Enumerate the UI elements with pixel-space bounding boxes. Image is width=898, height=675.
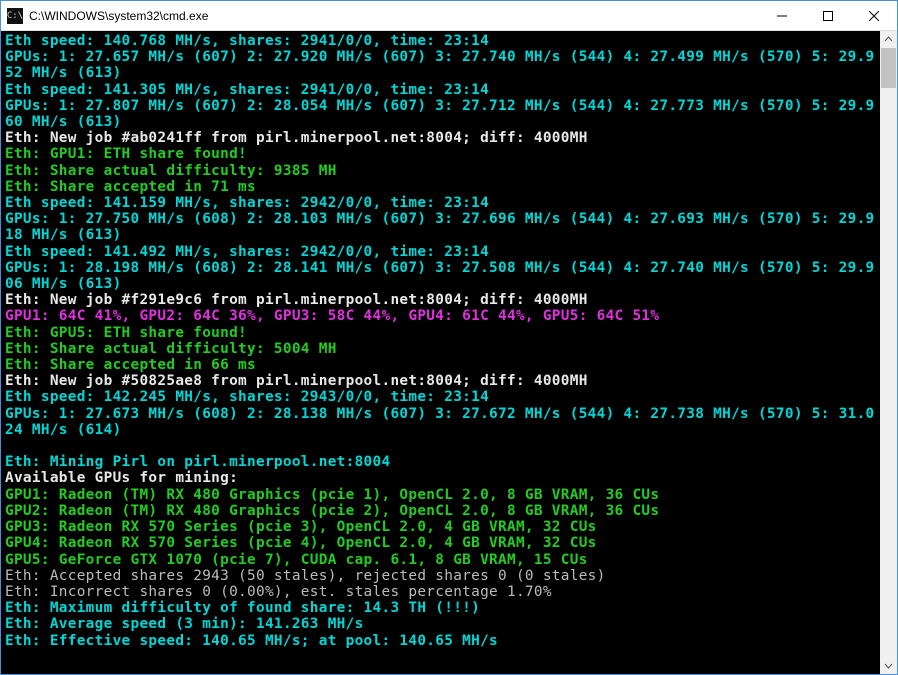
terminal-line: Eth: Average speed (3 min): 141.263 MH/s: [5, 616, 364, 632]
terminal-line: Eth: New job #ab0241ff from pirl.minerpo…: [5, 130, 588, 146]
titlebar[interactable]: C:\ C:\WINDOWS\system32\cmd.exe: [1, 1, 897, 31]
maximize-icon: [823, 11, 833, 21]
terminal-line: Eth speed: 141.305 MH/s, shares: 2941/0/…: [5, 82, 489, 98]
terminal-line: GPUs: 1: 27.750 MH/s (608) 2: 28.103 MH/…: [5, 211, 875, 243]
terminal-line: [5, 438, 14, 454]
terminal-line: Eth: Share accepted in 71 ms: [5, 179, 256, 195]
terminal-line: GPU3: Radeon RX 570 Series (pcie 3), Ope…: [5, 519, 597, 535]
scroll-up-button[interactable]: [880, 31, 897, 48]
client-area: Eth speed: 140.768 MH/s, shares: 2941/0/…: [1, 31, 897, 674]
terminal-line: Eth: Share actual difficulty: 9385 MH: [5, 163, 337, 179]
terminal-line: Eth: Share accepted in 66 ms: [5, 357, 256, 373]
terminal-line: GPU5: GeForce GTX 1070 (pcie 7), CUDA ca…: [5, 552, 588, 568]
terminal-line: GPU4: Radeon RX 570 Series (pcie 4), Ope…: [5, 535, 597, 551]
minimize-icon: [777, 11, 787, 21]
terminal-line: Eth: Incorrect shares 0 (0.00%), est. st…: [5, 584, 552, 600]
terminal-line: GPU2: Radeon (TM) RX 480 Graphics (pcie …: [5, 503, 659, 519]
terminal-line: Eth: Share actual difficulty: 5004 MH: [5, 341, 337, 357]
chevron-down-icon: [884, 661, 893, 670]
terminal-line: GPUs: 1: 28.198 MH/s (608) 2: 28.141 MH/…: [5, 260, 875, 292]
terminal-line: Eth: GPU1: ETH share found!: [5, 146, 247, 162]
terminal-line: Eth speed: 141.159 MH/s, shares: 2942/0/…: [5, 195, 489, 211]
maximize-button[interactable]: [805, 1, 851, 30]
terminal-line: Eth: Maximum difficulty of found share: …: [5, 600, 480, 616]
terminal-line: Eth: Mining Pirl on pirl.minerpool.net:8…: [5, 454, 390, 470]
chevron-up-icon: [884, 35, 893, 44]
scrollbar-track[interactable]: [880, 48, 897, 657]
terminal-line: GPUs: 1: 27.657 MH/s (607) 2: 27.920 MH/…: [5, 49, 875, 81]
window-title: C:\WINDOWS\system32\cmd.exe: [29, 9, 759, 23]
terminal-line: Eth: Effective speed: 140.65 MH/s; at po…: [5, 633, 498, 649]
terminal-line: GPU1: 64C 41%, GPU2: 64C 36%, GPU3: 58C …: [5, 308, 659, 324]
terminal-line: Available GPUs for mining:: [5, 470, 238, 486]
terminal-output[interactable]: Eth speed: 140.768 MH/s, shares: 2941/0/…: [1, 31, 880, 674]
terminal-line: Eth speed: 140.768 MH/s, shares: 2941/0/…: [5, 33, 489, 49]
window-controls: [759, 1, 897, 30]
terminal-line: Eth: GPU5: ETH share found!: [5, 325, 247, 341]
scrollbar-thumb[interactable]: [881, 48, 896, 88]
cmd-window: C:\ C:\WINDOWS\system32\cmd.exe Eth spee…: [0, 0, 898, 675]
app-icon: C:\: [7, 8, 23, 24]
close-button[interactable]: [851, 1, 897, 30]
vertical-scrollbar[interactable]: [880, 31, 897, 674]
minimize-button[interactable]: [759, 1, 805, 30]
close-icon: [869, 11, 879, 21]
terminal-line: Eth speed: 141.492 MH/s, shares: 2942/0/…: [5, 244, 489, 260]
terminal-line: Eth: Accepted shares 2943 (50 stales), r…: [5, 568, 606, 584]
scroll-down-button[interactable]: [880, 657, 897, 674]
terminal-line: Eth: New job #f291e9c6 from pirl.minerpo…: [5, 292, 588, 308]
terminal-line: GPUs: 1: 27.807 MH/s (607) 2: 28.054 MH/…: [5, 98, 875, 130]
terminal-line: GPU1: Radeon (TM) RX 480 Graphics (pcie …: [5, 487, 659, 503]
terminal-line: GPUs: 1: 27.673 MH/s (608) 2: 28.138 MH/…: [5, 406, 875, 438]
terminal-line: Eth speed: 142.245 MH/s, shares: 2943/0/…: [5, 389, 489, 405]
terminal-line: Eth: New job #50825ae8 from pirl.minerpo…: [5, 373, 588, 389]
